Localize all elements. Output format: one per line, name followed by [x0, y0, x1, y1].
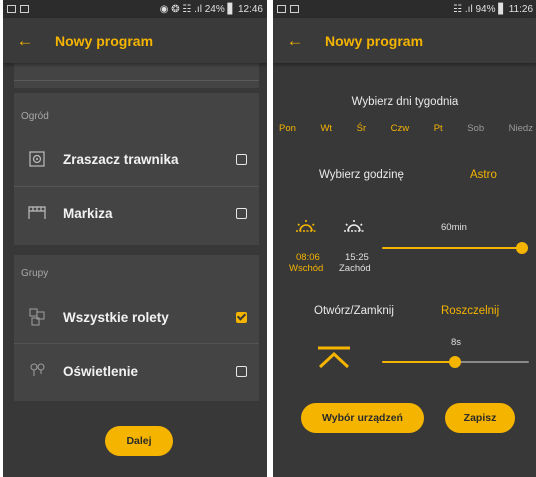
- status-right: ◉ ❂ ☷ .ıl 24% ▋ 12:46: [159, 3, 263, 15]
- gallery-icon: [277, 5, 286, 13]
- day-selector: Pon Wt Śr Czw Pt Sob Niedz: [279, 123, 533, 134]
- list-item-label: Oświetlenie: [63, 363, 139, 379]
- sunrise-time: 08:06: [296, 252, 320, 263]
- save-button[interactable]: Zapisz: [445, 403, 515, 433]
- facebook-icon: [20, 5, 29, 13]
- awning-icon: [27, 203, 47, 223]
- back-arrow-icon[interactable]: ←: [273, 31, 317, 51]
- day-sun[interactable]: Niedz: [509, 123, 533, 134]
- section-label-garden: Ogród: [21, 111, 49, 122]
- back-arrow-icon[interactable]: ←: [3, 31, 47, 51]
- blinds-icon: [27, 307, 47, 327]
- list-item-label: Wszystkie rolety: [63, 309, 169, 325]
- sunrise-label: Wschód: [289, 263, 324, 274]
- divider: [14, 186, 259, 187]
- status-bar: ☷ .ıl 94% ▋ 11:26: [273, 0, 536, 18]
- lighting-checkbox[interactable]: [236, 365, 247, 377]
- duration-slider-fill[interactable]: [382, 361, 454, 363]
- next-button[interactable]: Dalej: [105, 426, 173, 456]
- day-sat[interactable]: Sob: [467, 123, 484, 134]
- sunset-icon[interactable]: [343, 218, 365, 239]
- previous-card: [14, 63, 259, 88]
- day-fri[interactable]: Pt: [434, 123, 443, 134]
- duration-value: 8s: [451, 337, 462, 348]
- sunset-label: Zachód: [339, 263, 371, 274]
- action-value[interactable]: Roszczelnij: [441, 305, 499, 317]
- list-item-sprinkler[interactable]: Zraszacz trawnika: [14, 134, 259, 184]
- facebook-icon: [290, 5, 299, 13]
- astro-button[interactable]: Astro: [470, 169, 497, 181]
- sprinkler-checkbox[interactable]: [236, 153, 247, 165]
- sunset-time: 15:25: [345, 252, 369, 263]
- list-item-all-blinds[interactable]: Wszystkie rolety: [14, 292, 259, 342]
- status-right: ☷ .ıl 94% ▋ 11:26: [453, 3, 533, 15]
- divider: [14, 343, 259, 344]
- page-title: Nowy program: [325, 32, 424, 49]
- status-bar: ◉ ❂ ☷ .ıl 24% ▋ 12:46: [3, 0, 267, 18]
- all-blinds-checkbox[interactable]: [236, 311, 247, 323]
- offset-slider-track[interactable]: [382, 247, 522, 249]
- duration-slider-track[interactable]: [454, 361, 529, 363]
- page-title: Nowy program: [55, 32, 154, 49]
- app-bar: ← Nowy program: [3, 18, 267, 63]
- sprinkler-icon: [27, 149, 47, 169]
- offset-slider-handle[interactable]: [516, 242, 528, 254]
- awning-checkbox[interactable]: [236, 207, 247, 219]
- list-item-lighting[interactable]: Oświetlenie: [14, 346, 259, 396]
- open-close-icon[interactable]: [317, 346, 351, 373]
- list-item-awning[interactable]: Markiza: [14, 188, 259, 238]
- day-thu[interactable]: Czw: [391, 123, 409, 134]
- day-wed[interactable]: Śr: [357, 123, 367, 134]
- action-label: Otwórz/Zamknij: [314, 305, 394, 317]
- list-item-label: Markiza: [63, 205, 113, 221]
- days-title: Wybierz dni tygodnia: [351, 96, 459, 108]
- day-mon[interactable]: Pon: [279, 123, 296, 134]
- left-screen: ◉ ❂ ☷ .ıl 24% ▋ 12:46 ← Nowy program Ogr…: [3, 0, 267, 477]
- app-bar: ← Nowy program: [273, 18, 536, 63]
- gallery-icon: [7, 5, 16, 13]
- time-label: Wybierz godzinę: [319, 169, 404, 181]
- list-item-label: Zraszacz trawnika: [63, 151, 179, 167]
- lightbulb-icon: [27, 361, 47, 381]
- sunrise-icon[interactable]: [295, 218, 317, 239]
- select-devices-button[interactable]: Wybór urządzeń: [301, 403, 424, 433]
- duration-slider-handle[interactable]: [449, 356, 461, 368]
- day-tue[interactable]: Wt: [320, 123, 332, 134]
- section-label-groups: Grupy: [21, 268, 49, 279]
- divider: [14, 80, 259, 81]
- right-screen: ☷ .ıl 94% ▋ 11:26 ← Nowy program Wybierz…: [273, 0, 536, 477]
- offset-value: 60min: [441, 222, 467, 233]
